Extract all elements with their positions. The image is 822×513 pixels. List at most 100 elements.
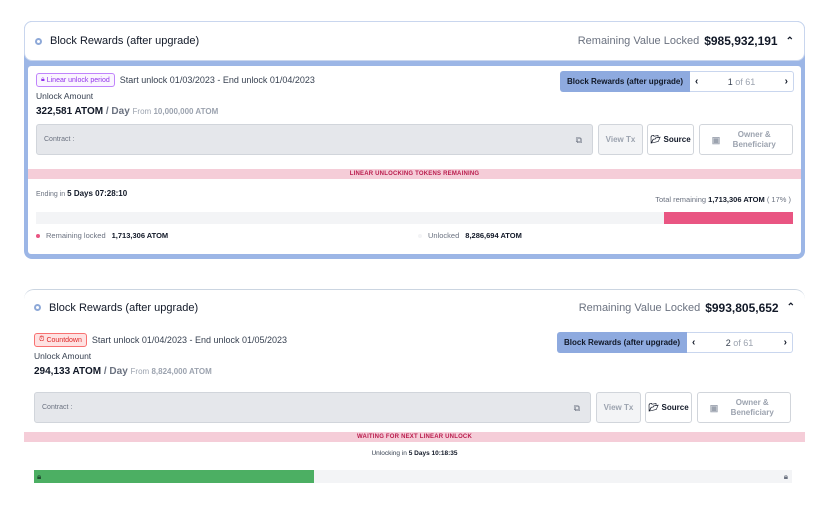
locked-dot-icon (36, 233, 40, 238)
card-body: 🔒︎ Linear unlock period Start unlock 01/0… (28, 66, 801, 254)
countdown-progress-fill (34, 470, 315, 483)
amount-value: 294,133 ATOM (34, 366, 102, 377)
copy-icon[interactable]: ⧉ (574, 403, 580, 414)
locked-progress-fill (664, 212, 793, 224)
folder-icon: 📂︎ (648, 403, 659, 412)
schedule-pager: Block Rewards (after upgrade) ‹ 1 of 61 … (560, 71, 794, 92)
remaining-label: Remaining Value Locked (578, 301, 701, 314)
folder-icon: 📂︎ (650, 135, 661, 144)
pager-position: 2 of 61 (726, 338, 754, 348)
copy-icon[interactable]: ⧉ (576, 135, 582, 146)
total-remaining: Total remaining 1,713,306 ATOM ( 17% ) (655, 195, 791, 204)
chevron-up-icon[interactable]: ⌃ (787, 302, 795, 313)
per-day: / Day (101, 366, 128, 377)
owner-label: Owner & Beneficiary (732, 129, 776, 149)
contract-label: Contract : (42, 404, 73, 411)
from-total: From 8,824,000 ATOM (131, 367, 212, 376)
pager-current: 2 (725, 337, 731, 348)
contract-label: Contract : (44, 136, 75, 143)
unlocking-label: Unlocking in (371, 450, 407, 457)
card-body: ⏰︎ Countdown Start unlock 01/04/2023 - En… (24, 325, 805, 503)
amount-value: 322,581 ATOM (36, 106, 104, 117)
status-banner: WAITING FOR NEXT LINEAR UNLOCK (24, 432, 805, 442)
chevron-right-icon[interactable]: › (785, 76, 788, 87)
lock-icon: 🔒︎ (37, 472, 42, 481)
period-row: 🔒︎ Linear unlock period Start unlock 01/0… (36, 73, 315, 87)
pager-label[interactable]: Block Rewards (after upgrade) (560, 71, 691, 92)
source-button[interactable]: 📂︎ Source (647, 124, 694, 155)
view-tx-button[interactable]: View Tx (598, 124, 643, 155)
pager-current: 1 (727, 76, 733, 87)
ending-label: Ending in (36, 191, 66, 198)
contract-field[interactable]: Contract : ⧉ (36, 124, 593, 155)
total-label: Total remaining (655, 195, 707, 204)
contract-field[interactable]: Contract : ⧉ (34, 392, 591, 423)
remaining-value: Remaining Value Locked $993,805,652 ⌃ (579, 301, 795, 315)
lock-icon: 🔒︎ (783, 472, 788, 481)
status-badge: 🔒︎ Linear unlock period (36, 73, 115, 87)
remaining-amount: $985,932,191 (704, 34, 778, 48)
pager-position: 1 of 61 (728, 77, 756, 87)
view-tx-button[interactable]: View Tx (596, 392, 641, 423)
pager-total: of 61 (735, 76, 756, 87)
status-badge: ⏰︎ Countdown (34, 333, 87, 347)
chevron-right-icon[interactable]: › (784, 337, 787, 348)
chevron-up-icon[interactable]: ⌃ (786, 36, 794, 47)
pager-controls: ‹ 2 of 61 › (687, 332, 793, 353)
legend-locked: Remaining locked 1,713,306 ATOM (36, 231, 168, 240)
chevron-left-icon[interactable]: ‹ (695, 76, 698, 87)
pager-label[interactable]: Block Rewards (after upgrade) (557, 332, 688, 353)
unlocked-dot-icon (418, 233, 422, 238)
card-title: Block Rewards (after upgrade) (50, 35, 200, 47)
unlock-amount-label: Unlock Amount (34, 351, 92, 361)
lock-icon: 🔒︎ (41, 76, 45, 83)
card-title: Block Rewards (after upgrade) (49, 301, 199, 314)
unlocking-value: 5 Days 10:18:35 (408, 450, 458, 457)
vesting-card-2: Block Rewards (after upgrade) Remaining … (24, 289, 805, 503)
id-card-icon: ▣ (709, 402, 719, 413)
locked-progress-bar (36, 212, 793, 224)
unlock-period: Start unlock 01/04/2023 - End unlock 01/… (91, 335, 288, 345)
unlock-amount: 322,581 ATOM / Day From 10,000,000 ATOM (36, 106, 218, 117)
from-label: From (132, 107, 152, 116)
remaining-label: Remaining Value Locked (577, 35, 700, 47)
badge-label: Countdown (46, 336, 82, 344)
remaining-amount: $993,805,652 (705, 300, 779, 315)
alarm-icon: ⏰︎ (39, 336, 45, 343)
from-total: From 10,000,000 ATOM (133, 107, 219, 116)
pager-controls: ‹ 1 of 61 › (690, 71, 794, 92)
from-value: 10,000,000 ATOM (153, 107, 219, 116)
legend-locked-label: Remaining locked (46, 231, 106, 240)
circle-dot-icon (35, 37, 42, 45)
period-row: ⏰︎ Countdown Start unlock 01/04/2023 - En… (34, 333, 287, 347)
card-header[interactable]: Block Rewards (after upgrade) Remaining … (24, 21, 805, 61)
legend-unlocked: Unlocked 8,286,694 ATOM (418, 231, 522, 240)
circle-dot-icon (34, 304, 41, 311)
source-button[interactable]: 📂︎ Source (645, 392, 692, 423)
status-banner: LINEAR UNLOCKING TOKENS REMAINING (28, 169, 801, 179)
total-value: 1,713,306 ATOM (708, 195, 765, 204)
schedule-pager: Block Rewards (after upgrade) ‹ 2 of 61 … (557, 332, 793, 353)
id-card-icon: ▣ (711, 134, 721, 145)
owner-beneficiary-button[interactable]: ▣ Owner & Beneficiary (699, 124, 793, 155)
chevron-left-icon[interactable]: ‹ (692, 337, 695, 348)
vesting-card-1: Block Rewards (after upgrade) Remaining … (24, 21, 805, 259)
source-label: Source (663, 135, 691, 144)
unlock-amount-label: Unlock Amount (36, 91, 94, 101)
owner-beneficiary-button[interactable]: ▣ Owner & Beneficiary (697, 392, 791, 423)
remaining-value: Remaining Value Locked $985,932,191 ⌃ (578, 34, 794, 48)
per-day: / Day (103, 106, 130, 117)
unlocking-countdown: Unlocking in 5 Days 10:18:35 (24, 450, 805, 457)
card-header[interactable]: Block Rewards (after upgrade) Remaining … (24, 289, 805, 325)
ending-countdown: Ending in 5 Days 07:28:10 (36, 189, 127, 198)
total-percent: ( 17% ) (766, 195, 791, 204)
legend-unlocked-value: 8,286,694 ATOM (465, 231, 522, 240)
owner-label: Owner & Beneficiary (730, 397, 774, 417)
from-label: From (130, 367, 150, 376)
legend-locked-value: 1,713,306 ATOM (111, 231, 169, 240)
badge-label: Linear unlock period (46, 76, 110, 84)
legend-unlocked-label: Unlocked (428, 231, 460, 240)
pager-total: of 61 (733, 337, 754, 348)
unlock-period: Start unlock 01/03/2023 - End unlock 01/… (119, 75, 315, 85)
countdown-progress-bar: 🔒︎ 🔒︎ (34, 470, 792, 483)
